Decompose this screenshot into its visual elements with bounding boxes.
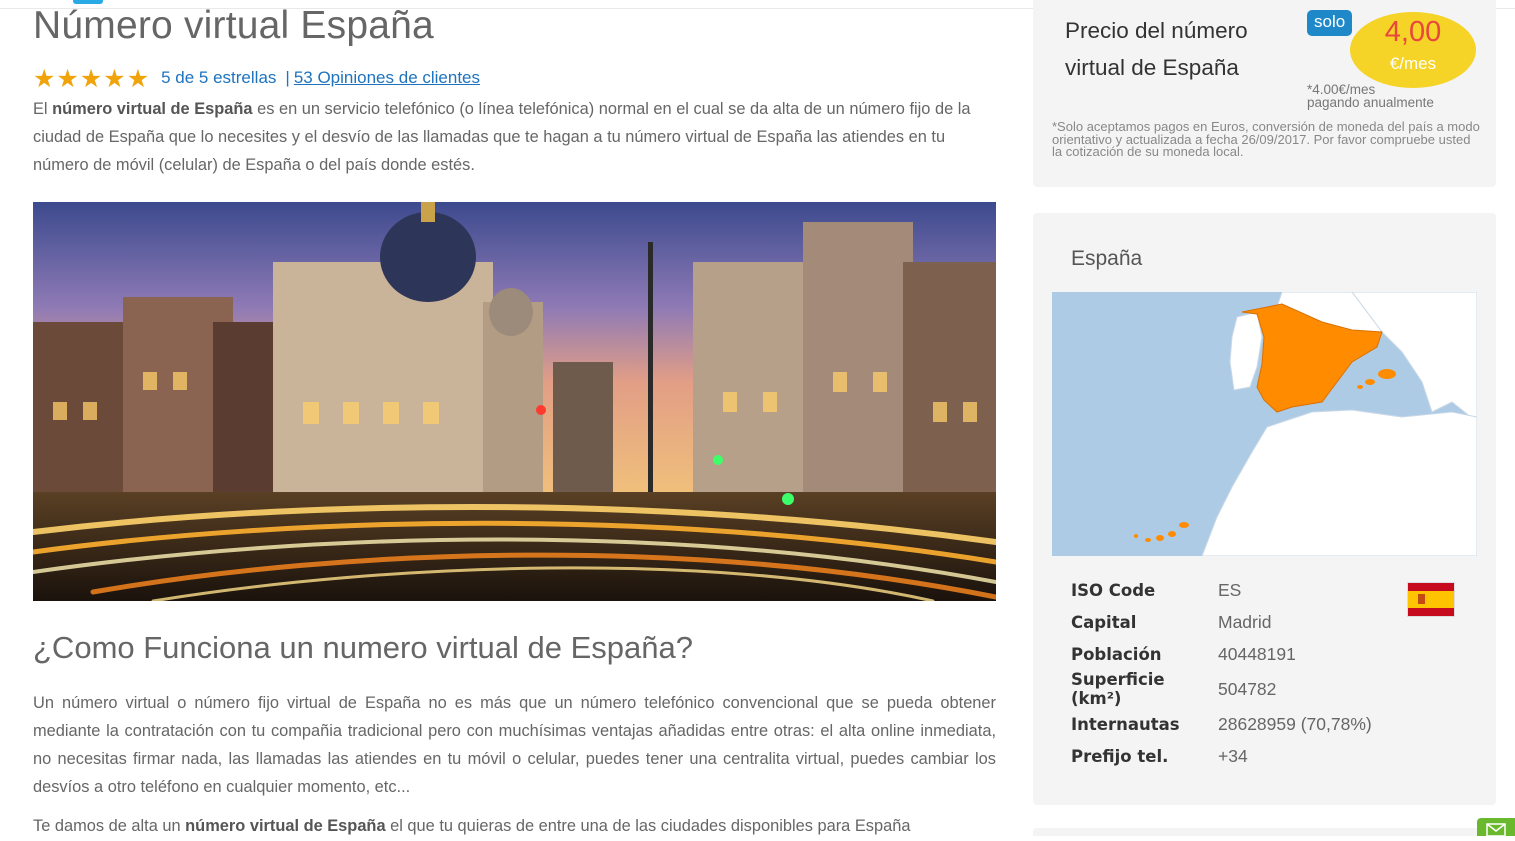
section-paragraph: Un número virtual o número fijo virtual … [33,694,996,796]
mail-icon[interactable] [1477,818,1515,837]
price-note-line: pagando anualmente [1307,94,1434,110]
info-key: Superficie (km²) [1071,670,1165,708]
page-title: Número virtual España [33,4,434,47]
next-sidebar-box [1033,828,1496,836]
country-box: España ISO Code ES Capital Madrid Poblac… [1033,213,1496,805]
spain-flag-icon [1407,582,1455,617]
star-icon: ★ [56,63,79,93]
star-icon: ★ [33,63,56,93]
intro-paragraph: El número virtual de España es en un ser… [33,95,996,179]
table-row: Prefijo tel. +34 [1071,740,1372,772]
intro-highlight: número virtual de España [52,100,253,118]
info-key: Prefijo tel. [1071,746,1169,766]
price-label: Precio del número virtual de España [1065,18,1248,80]
info-value: 28628959 (70,78%) [1218,713,1372,734]
star-icon: ★ [103,63,126,93]
price-circle: 4,00 €/mes [1350,12,1476,88]
table-row: Capital Madrid [1071,606,1372,638]
price-note: *4.00€/mes pagando anualmente [1307,83,1487,110]
spain-map-illustration [1134,292,1477,556]
price-box: Precio del número virtual de España solo… [1033,0,1496,187]
mail-icon-graphic [1486,823,1506,837]
table-row: Superficie (km²) 504782 [1071,670,1372,708]
hero-image-madrid [33,202,996,601]
solo-badge: solo [1307,10,1353,36]
price-unit: €/mes [1389,54,1437,73]
info-key: ISO Code [1071,580,1156,600]
country-name: España [1071,247,1143,270]
table-row: Población 40448191 [1071,638,1372,670]
rating-row: ★ ★ ★ ★ ★ 5 de 5 estrellas | 53 Opinione… [33,64,480,92]
info-value: 504782 [1218,678,1277,699]
currency-disclaimer: *Solo aceptamos pagos en Euros, conversi… [1052,119,1480,159]
hero-illustration [33,202,996,601]
country-map [1052,292,1477,556]
star-icon: ★ [79,63,103,93]
info-key: Capital [1071,612,1137,632]
intro-text: El [33,100,53,118]
table-row: Internautas 28628959 (70,78%) [1071,708,1372,740]
country-info-table: ISO Code ES Capital Madrid Población 404481… [1071,574,1372,772]
price-amount: 4,00 [1384,16,1442,48]
info-value: 40448191 [1218,643,1296,664]
info-key: Población [1071,644,1162,664]
star-icon: ★ [126,63,150,93]
info-value: ES [1218,579,1242,600]
info-value: Madrid [1218,611,1272,632]
section-highlight: número virtual de España [185,817,386,835]
table-row: ISO Code ES [1071,574,1372,606]
section-title: ¿Como Funciona un numero virtual de Espa… [33,630,693,665]
section-text: Te damos de alta un [33,817,186,835]
reviews-link[interactable]: 53 Opiniones de clientes [294,68,480,88]
rating-score-link[interactable]: 5 de 5 estrellas [161,68,276,88]
section-text: el que tu quieras de entre una de las ci… [385,817,911,835]
info-value: +34 [1218,745,1248,766]
rating-separator: | [285,68,290,87]
info-key: Internautas [1071,714,1180,734]
rating-stars: ★ ★ ★ ★ ★ [33,66,149,91]
